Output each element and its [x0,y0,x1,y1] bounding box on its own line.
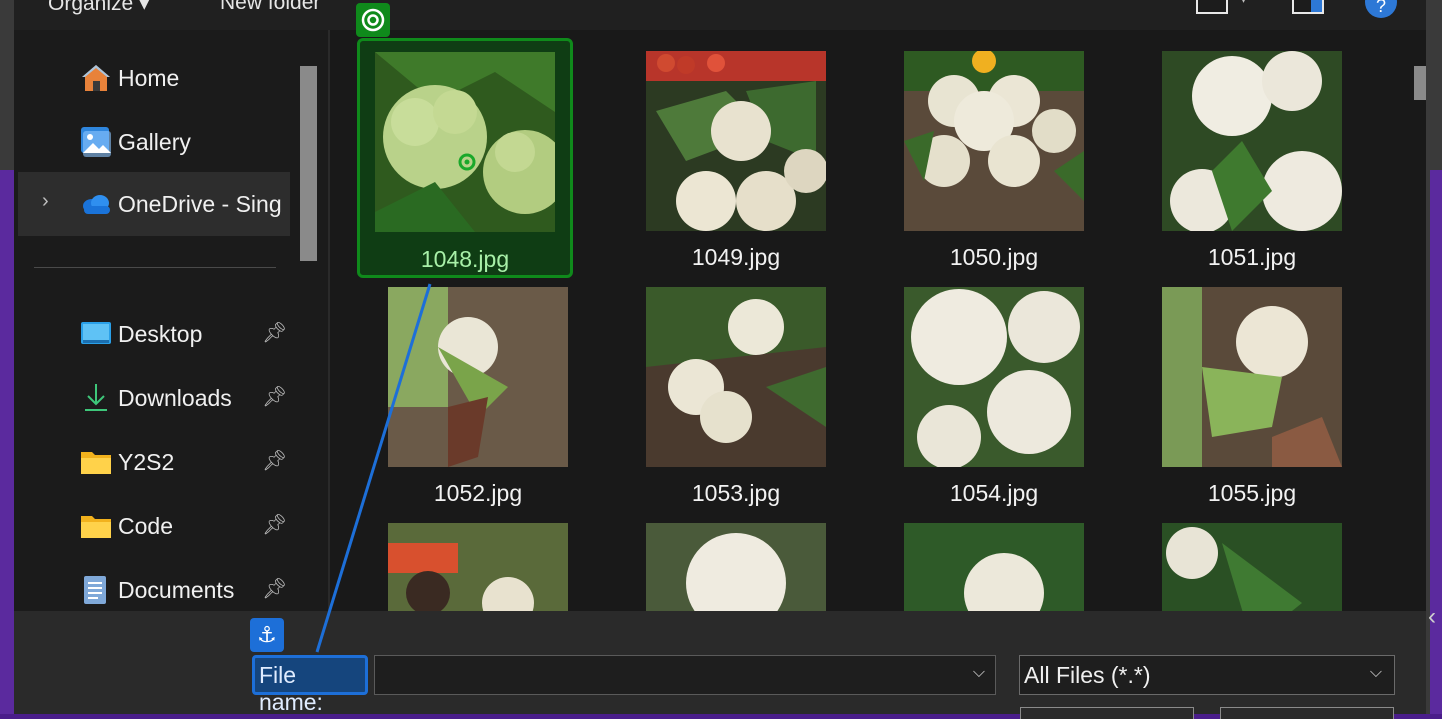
folder-icon [81,516,111,538]
cauliflower-thumbnail [646,51,826,231]
file-item[interactable]: 1050.jpg [876,30,1092,270]
chevron-right-icon[interactable]: › [42,190,49,213]
pin-icon[interactable]: 📌︎ [262,384,287,409]
cauliflower-thumbnail [1162,51,1342,231]
file-name-label: File name: [252,655,368,715]
chevron-down-icon[interactable]: ▾ [1240,0,1247,7]
navigation-pane: Home Gallery › OneDrive - Sing Desktop 📌… [14,30,330,611]
new-folder-button[interactable]: New folder [220,0,320,15]
sidebar-item-onedrive[interactable]: › OneDrive - Sing [18,172,290,236]
background-window-left [0,0,14,714]
sidebar-item-code[interactable]: Code 📌︎ [18,494,290,558]
cauliflower-thumbnail [904,287,1084,467]
dialog-footer: File name: ⌵ All Files (*.*) ⌵ [14,611,1426,719]
download-arrow-icon [85,384,107,411]
background-window-right: ‹ [1426,0,1442,714]
file-list: 1048.jpg 1049.jpg 1050.jpg 1051.jpg 1052… [330,30,1426,611]
pin-icon[interactable]: 📌︎ [262,512,287,537]
pin-icon[interactable]: 📌︎ [262,448,287,473]
file-item[interactable]: 1055.jpg [1134,266,1350,506]
sidebar-item-y2s2[interactable]: Y2S2 📌︎ [18,430,290,494]
gallery-icon [81,127,111,157]
background-purple-strip [0,170,14,714]
home-icon [82,65,110,91]
file-item[interactable] [1134,502,1350,611]
cauliflower-thumbnail [1162,287,1342,467]
file-item[interactable]: 1051.jpg [1134,30,1350,270]
dialog-toolbar: Organize ▾ New folder ▾ ? [14,0,1426,30]
chevron-down-icon[interactable]: ⌵ [973,664,985,682]
sidebar-item-label: OneDrive - Sing [118,191,282,217]
document-icon [84,576,106,604]
folder-icon [81,452,111,474]
onedrive-cloud-icon [83,195,110,214]
cauliflower-thumbnail [904,51,1084,231]
target-marker-icon [356,3,390,37]
open-button[interactable] [1020,707,1194,719]
file-type-value: All Files (*.*) [1024,662,1151,688]
cauliflower-thumbnail [375,52,555,232]
sidebar-item-home[interactable]: Home [18,46,290,110]
background-purple-strip [1430,170,1442,714]
help-icon[interactable]: ? [1365,0,1397,18]
file-item[interactable] [618,502,834,611]
sidebar-item-label: Home [118,65,180,91]
file-item-selected[interactable]: 1048.jpg [357,38,573,278]
sidebar-scrollbar[interactable] [300,66,317,261]
cauliflower-thumbnail [646,523,826,611]
pin-icon[interactable]: 📌︎ [262,320,287,345]
file-item[interactable]: 1049.jpg [618,30,834,270]
file-name-input[interactable]: ⌵ [374,655,996,695]
file-item[interactable]: 1052.jpg [360,266,576,506]
desktop-icon [81,322,111,344]
cancel-button[interactable] [1220,707,1394,719]
organize-button[interactable]: Organize ▾ [48,0,150,16]
sidebar-item-desktop[interactable]: Desktop 📌︎ [18,302,290,366]
pin-icon[interactable]: 📌︎ [262,576,287,601]
file-type-select[interactable]: All Files (*.*) ⌵ [1019,655,1395,695]
change-view-icon[interactable] [1196,0,1228,14]
cauliflower-thumbnail [388,287,568,467]
file-list-scrollbar[interactable] [1414,66,1426,100]
sidebar-separator [34,267,276,268]
preview-pane-icon[interactable] [1292,0,1324,14]
sidebar-item-downloads[interactable]: Downloads 📌︎ [18,366,290,430]
file-item[interactable] [876,502,1092,611]
file-item[interactable]: 1053.jpg [618,266,834,506]
cauliflower-thumbnail [1162,523,1342,611]
file-item[interactable]: 1054.jpg [876,266,1092,506]
chevron-left-icon[interactable]: ‹ [1428,603,1436,631]
open-file-dialog: Organize ▾ New folder ▾ ? Home Gallery ›… [14,0,1426,719]
sidebar-item-gallery[interactable]: Gallery [18,110,290,174]
chevron-down-icon: ⌵ [1369,664,1382,681]
sidebar-item-label: Gallery [118,129,191,155]
file-item[interactable] [360,502,576,611]
cauliflower-thumbnail [388,523,568,611]
cauliflower-thumbnail [904,523,1084,611]
anchor-icon: ⚓ [250,618,284,652]
cauliflower-thumbnail [646,287,826,467]
